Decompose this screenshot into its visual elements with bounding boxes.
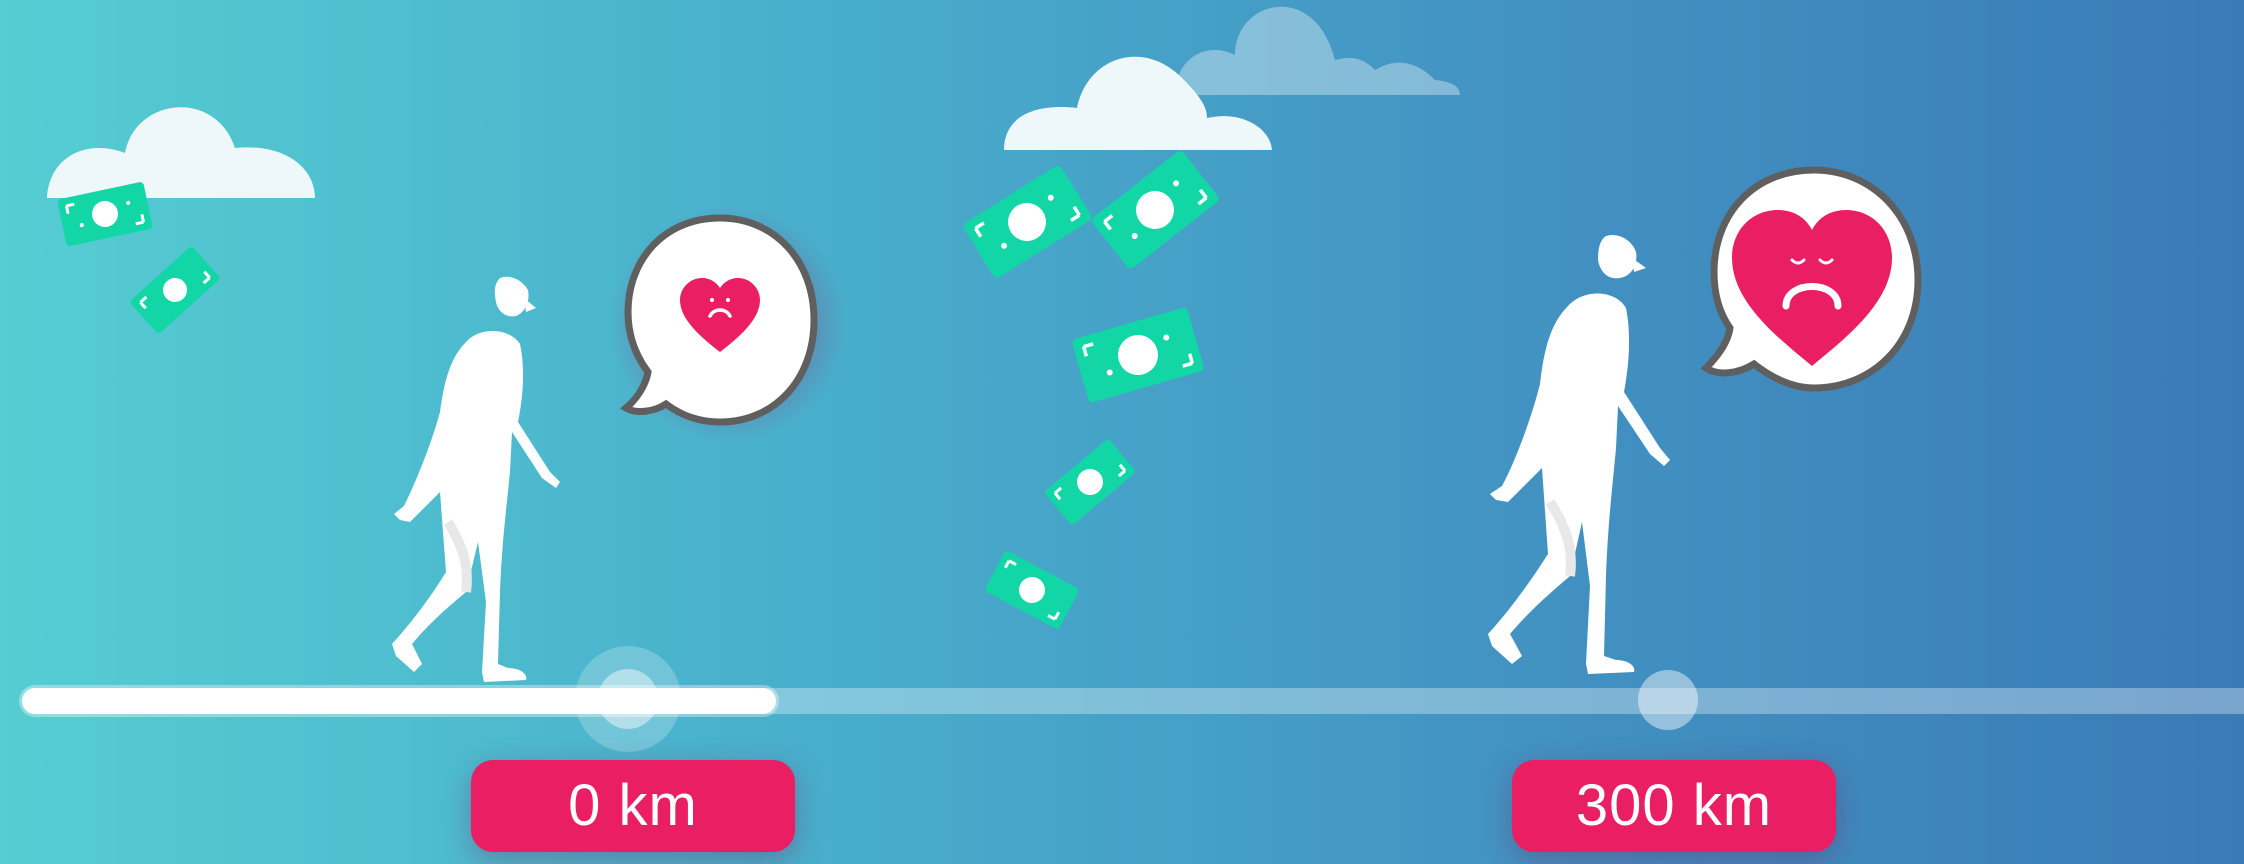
start-distance-label: 0 km (471, 760, 795, 852)
money-bill-icon (1045, 439, 1135, 525)
end-distance-label: 300 km (1512, 760, 1836, 852)
money-bill-icon (1092, 151, 1219, 269)
start-marker[interactable] (598, 669, 658, 729)
cloud-icon (1004, 56, 1272, 150)
money-bill-icon (130, 247, 220, 333)
walking-person-icon (1488, 234, 1670, 674)
speech-bubble-icon (1700, 166, 1922, 392)
money-bill-icon (1072, 307, 1204, 403)
money-bill-icon (985, 551, 1079, 629)
end-marker[interactable] (1638, 670, 1698, 730)
speech-bubble-icon (610, 206, 842, 442)
walking-person-icon (392, 276, 560, 682)
illustration-scene: 0 km 300 km (0, 0, 2244, 864)
money-bill-icon (963, 166, 1092, 278)
